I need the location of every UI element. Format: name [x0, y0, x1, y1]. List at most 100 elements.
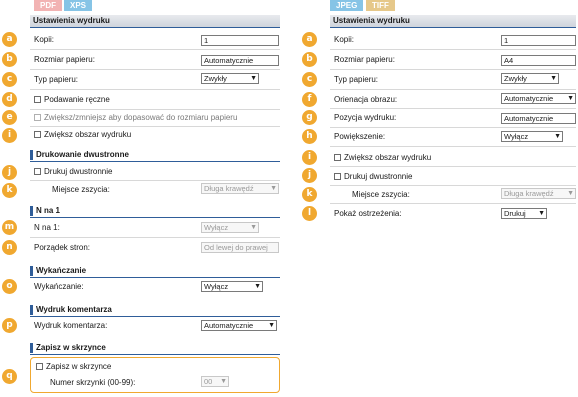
paper-size-input[interactable]: Automatycznie [201, 55, 279, 66]
print-position-label: Pozycja wydruku: [334, 113, 397, 122]
row-divider [30, 49, 280, 50]
chevron-down-icon: ▼ [250, 224, 257, 231]
fit-paper-checkbox[interactable] [34, 114, 41, 121]
copies-input[interactable]: 1 [201, 35, 279, 46]
badge-i: i [2, 128, 17, 143]
badge-a: a [302, 32, 317, 47]
nup-select[interactable]: Wyłącz ▼ [201, 222, 259, 233]
copies-input[interactable]: 1 [501, 35, 576, 46]
zoom-value: Wyłącz [504, 132, 529, 141]
print-settings-header: Ustawienia wydruku [330, 15, 576, 27]
print-area-label: Zwiększ obszar wydruku [344, 153, 432, 162]
duplex-label: Drukuj dwustronnie [344, 172, 413, 181]
row-divider [330, 166, 576, 167]
copies-label: Kopii: [334, 35, 355, 44]
page-order-label: Porządek stron: [34, 243, 91, 252]
box-number-select[interactable]: 00 ▼ [201, 376, 229, 387]
row-divider [330, 69, 576, 70]
row-divider [30, 69, 280, 70]
duplex-row[interactable]: Drukuj dwustronnie [334, 171, 412, 183]
comment-label: Wydruk komentarza: [34, 321, 108, 330]
zoom-label: Powiększenie: [334, 132, 386, 141]
binding-value: Długa krawędź [504, 189, 554, 198]
row-divider [330, 108, 576, 109]
print-area-checkbox[interactable] [334, 154, 341, 161]
badge-q: q [2, 369, 17, 384]
chevron-down-icon: ▼ [220, 378, 227, 385]
tab-pdf[interactable]: PDF [34, 0, 62, 11]
manual-feed-checkbox[interactable] [34, 96, 41, 103]
section-divider [330, 27, 576, 28]
row-divider [330, 127, 576, 128]
section-divider [30, 217, 280, 218]
save-box-label: Zapisz w skrzynce [46, 362, 112, 371]
badge-g: g [302, 110, 317, 125]
paper-type-select[interactable]: Zwykły ▼ [501, 73, 559, 84]
paper-type-label: Typ papieru: [34, 75, 79, 84]
badge-e: e [2, 110, 17, 125]
nup-value: Wyłącz [204, 223, 229, 232]
row-divider [330, 203, 576, 204]
warnings-select[interactable]: Drukuj ▼ [501, 208, 547, 219]
duplex-checkbox[interactable] [334, 173, 341, 180]
manual-feed-row[interactable]: Podawanie ręczne [34, 94, 110, 106]
chevron-down-icon: ▼ [550, 75, 557, 82]
print-area-row[interactable]: Zwiększ obszar wydruku [34, 129, 131, 141]
comment-header: Wydruk komentarza [36, 305, 112, 314]
row-divider [30, 237, 280, 238]
badge-m: m [2, 220, 17, 235]
chevron-down-icon: ▼ [567, 95, 574, 102]
save-box-checkbox[interactable] [36, 363, 43, 370]
print-area-checkbox[interactable] [34, 131, 41, 138]
warnings-label: Pokaż ostrzeżenia: [334, 209, 402, 218]
binding-select[interactable]: Długa krawędź ▼ [501, 188, 576, 199]
tab-xps[interactable]: XPS [64, 0, 93, 11]
box-number-value: 00 [204, 377, 213, 386]
chevron-down-icon: ▼ [538, 210, 545, 217]
tab-tiff[interactable]: TIFF [366, 0, 395, 11]
orientation-value: Automatycznie [504, 94, 554, 103]
box-number-label: Numer skrzynki (00-99): [50, 378, 136, 387]
section-divider [30, 27, 280, 28]
paper-type-select[interactable]: Zwykły ▼ [201, 73, 259, 84]
tab-jpeg[interactable]: JPEG [330, 0, 364, 11]
fit-paper-row[interactable]: Zwiększ/zmniejsz aby dopasować do rozmia… [34, 112, 237, 124]
zoom-select[interactable]: Wyłącz ▼ [501, 131, 563, 142]
row-divider [30, 180, 280, 181]
badge-j: j [302, 168, 317, 183]
chevron-down-icon: ▼ [270, 185, 277, 192]
page-order-select[interactable]: Od lewej do prawej [201, 242, 279, 253]
section-divider [30, 354, 280, 355]
print-position-select[interactable]: Automatycznie [501, 113, 576, 124]
badge-b: b [2, 52, 17, 67]
badge-o: o [2, 279, 17, 294]
nup-label: N na 1: [34, 223, 60, 232]
row-divider [330, 89, 576, 90]
print-settings-header: Ustawienia wydruku [30, 15, 280, 27]
paper-size-input[interactable]: A4 [501, 55, 576, 66]
duplex-checkbox[interactable] [34, 168, 41, 175]
save-box-row[interactable]: Zapisz w skrzynce [36, 361, 111, 373]
copies-label: Kopii: [34, 35, 55, 44]
section-divider [30, 316, 280, 317]
fit-paper-label: Zwiększ/zmniejsz aby dopasować do rozmia… [44, 113, 238, 122]
duplex-row[interactable]: Drukuj dwustronnie [34, 166, 112, 178]
finishing-select[interactable]: Wyłącz ▼ [201, 281, 263, 292]
comment-select[interactable]: Automatycznie ▼ [201, 320, 277, 331]
binding-value: Długa krawędź [204, 184, 254, 193]
paper-size-label: Rozmiar papieru: [334, 55, 395, 64]
row-divider [330, 49, 576, 50]
chevron-down-icon: ▼ [250, 75, 257, 82]
badge-c: c [302, 72, 317, 87]
row-divider [30, 89, 280, 90]
binding-select[interactable]: Długa krawędź ▼ [201, 183, 279, 194]
print-area-row[interactable]: Zwiększ obszar wydruku [334, 152, 431, 164]
orientation-select[interactable]: Automatycznie ▼ [501, 93, 576, 104]
finishing-header: Wykańczanie [36, 266, 87, 275]
chevron-down-icon: ▼ [554, 133, 561, 140]
paper-type-value: Zwykły [504, 74, 527, 83]
orientation-label: Orienacja obrazu: [334, 95, 398, 104]
paper-type-value: Zwykły [204, 74, 227, 83]
badge-d: d [2, 92, 17, 107]
chevron-down-icon: ▼ [254, 283, 261, 290]
